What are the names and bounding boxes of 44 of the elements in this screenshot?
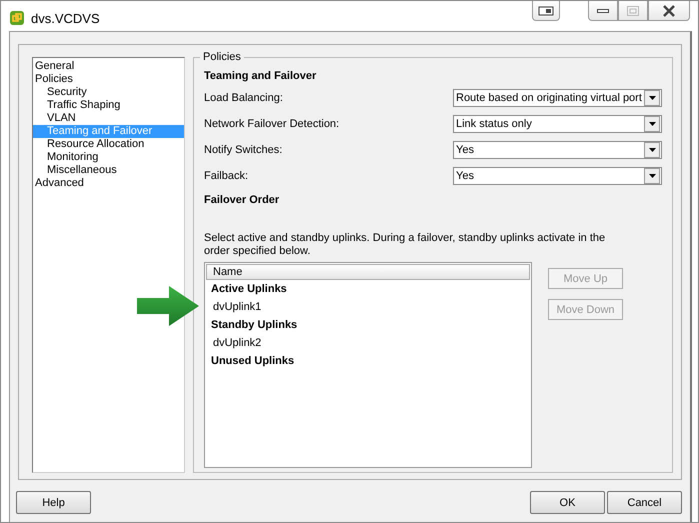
uplink-row[interactable]: dvUplink2 — [206, 334, 530, 352]
field-label: Notify Switches: — [204, 144, 282, 156]
tree-item[interactable]: Traffic Shaping — [33, 99, 184, 112]
tree-item[interactable]: Miscellaneous — [33, 164, 184, 177]
app-logo-icon — [9, 10, 25, 26]
tree-item[interactable]: Monitoring — [33, 151, 184, 164]
group-row-text: Standby Uplinks — [210, 318, 298, 333]
tree-item[interactable]: Advanced — [33, 177, 184, 190]
tree-item[interactable]: Policies — [33, 73, 184, 86]
dropdown[interactable]: Route based on originating virtual port — [453, 89, 662, 107]
uplink-row[interactable]: dvUplink1 — [206, 298, 530, 316]
minimize-button[interactable] — [588, 1, 618, 21]
group-row-text: Unused Uplinks — [210, 354, 296, 369]
field-label: Network Failover Detection: — [204, 118, 340, 130]
dropdown[interactable]: Yes — [453, 141, 662, 159]
tree-item[interactable]: Security — [33, 86, 184, 99]
maximize-icon — [627, 6, 639, 16]
tree-item[interactable]: General — [33, 60, 184, 73]
section-heading: Failover Order — [204, 194, 280, 206]
group-row-text: Active Uplinks — [210, 282, 288, 297]
dropdown-arrow-icon — [648, 122, 656, 126]
close-button[interactable] — [648, 1, 690, 21]
help-button[interactable]: Help — [16, 491, 91, 514]
column-header[interactable]: Name — [206, 264, 530, 280]
dialog-button[interactable]: OK — [530, 491, 605, 514]
tree-item[interactable]: VLAN — [33, 112, 184, 125]
field-label: Load Balancing: — [204, 92, 283, 104]
tree-item[interactable]: Resource Allocation — [33, 138, 184, 151]
close-icon — [662, 4, 676, 16]
field-label: Failback: — [204, 170, 248, 182]
description-text: Select active and standby uplinks. During a failover, standby uplinks activate in the order specified below. — [204, 232, 606, 258]
dialog-button[interactable]: Cancel — [607, 491, 682, 514]
dropdown-arrow-icon — [648, 174, 656, 178]
dropdown-arrow-icon — [648, 148, 656, 152]
dock-button[interactable] — [532, 1, 560, 21]
dropdown[interactable]: Link status only — [453, 115, 662, 133]
minimize-icon — [597, 8, 609, 14]
arrow-icon — [137, 286, 199, 326]
dropdown[interactable]: Yes — [453, 167, 662, 185]
window-dock-icon — [538, 6, 554, 16]
section-heading: Teaming and Failover — [204, 70, 318, 82]
dropdown-arrow-icon — [648, 96, 656, 100]
group-title: Policies — [200, 51, 244, 63]
window-title: dvs.VCDVS — [31, 10, 100, 26]
